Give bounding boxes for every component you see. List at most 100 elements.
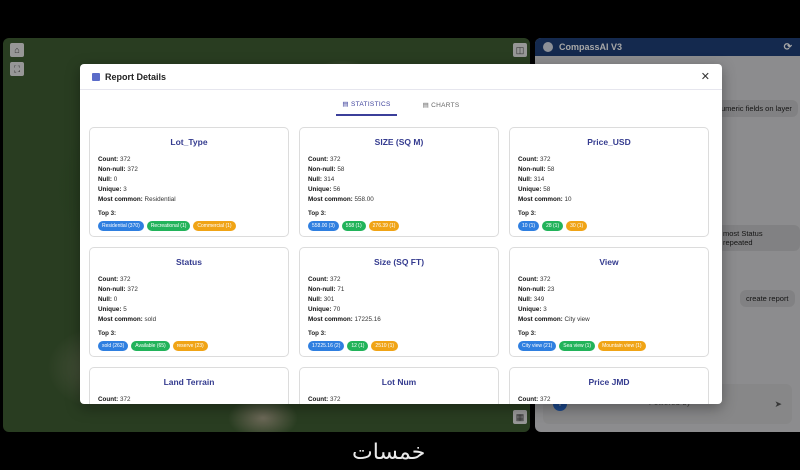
card-title: Price JMD: [588, 377, 630, 387]
stat-value: 372: [540, 396, 551, 403]
stat-row: Non-null: 372: [98, 165, 280, 175]
stat-card: Price JMD Count: 372: [509, 367, 709, 404]
card-title: Price_USD: [587, 137, 631, 147]
stat-label: Unique:: [308, 186, 332, 193]
stat-label: Count:: [98, 396, 119, 403]
stat-label: Null:: [98, 296, 112, 303]
stat-value: 58: [543, 186, 551, 193]
stat-card: Price_USD Count: 372 Non-null: 58 Null: 314…: [509, 127, 709, 237]
stat-row: Most common: 17225.16: [308, 315, 490, 325]
stat-label: Unique:: [308, 306, 332, 313]
value-chip: 2510 (1): [371, 341, 399, 351]
stat-label: Count:: [308, 396, 329, 403]
watermark: خمسات: [352, 440, 426, 465]
stat-label: Count:: [308, 276, 329, 283]
tab-label: STATISTICS: [350, 101, 391, 108]
stat-value: 558.00: [354, 196, 374, 203]
stat-row: Most common: 10: [518, 195, 700, 205]
stat-row: Count: 372: [308, 275, 490, 285]
tab-bar: ▤ STATISTICS ▤ CHARTS: [80, 90, 722, 120]
top3-label: Top 3:: [308, 210, 327, 217]
chart-icon: ▤: [342, 101, 351, 108]
stat-label: Non-null:: [308, 286, 336, 293]
card-title: Land Terrain: [163, 377, 215, 387]
stat-label: Count:: [518, 156, 539, 163]
value-chip: Recreational (1): [146, 221, 191, 231]
stat-row: Count: 372: [308, 155, 490, 165]
card-title: SIZE (SQ M): [374, 137, 424, 147]
stat-label: Count:: [98, 156, 119, 163]
value-chip: 558 (1): [341, 221, 366, 231]
stat-value: 3: [123, 186, 127, 193]
stat-value: 372: [330, 396, 341, 403]
stat-row: Count: 372: [98, 395, 280, 404]
stat-label: Most common:: [308, 196, 353, 203]
report-details-modal: Report Details ✕ ▤ STATISTICS ▤ CHARTS L…: [80, 64, 722, 404]
stat-label: Non-null:: [98, 286, 126, 293]
stat-value: 0: [113, 296, 118, 303]
top3-label: Top 3:: [518, 330, 537, 337]
stat-row: Count: 372: [98, 275, 280, 285]
stat-value: 372: [120, 276, 131, 283]
stat-label: Null:: [98, 176, 112, 183]
stat-label: Count:: [518, 276, 539, 283]
tab-statistics[interactable]: ▤ STATISTICS: [336, 94, 397, 116]
stat-label: Null:: [518, 296, 532, 303]
stat-label: Null:: [518, 176, 532, 183]
value-chip: Sea view (1): [559, 341, 596, 351]
stat-label: Most common:: [98, 196, 143, 203]
stat-card: Size (SQ FT) Count: 372 Non-null: 71 Null: …: [299, 247, 499, 357]
stat-row: Unique: 70: [308, 305, 490, 315]
modal-title: Report Details: [105, 71, 167, 82]
modal-header: Report Details ✕: [80, 64, 722, 90]
stat-value: 349: [533, 296, 545, 303]
stat-row: Most common: 558.00: [308, 195, 490, 205]
stat-card: View Count: 372 Non-null: 23 Null: 349 Uniqu…: [509, 247, 709, 357]
value-chip: 276.39 (1): [368, 221, 400, 231]
stat-row: Non-null: 23: [518, 285, 700, 295]
stat-label: Unique:: [518, 306, 542, 313]
stat-row: Non-null: 58: [308, 165, 490, 175]
stat-row: Null: 301: [308, 295, 490, 305]
stat-value: 70: [333, 306, 341, 313]
stat-row: Most common: sold: [98, 315, 280, 325]
stat-value: 17225.16: [354, 316, 381, 323]
tab-label: CHARTS: [431, 102, 460, 109]
close-icon[interactable]: ✕: [701, 70, 710, 83]
stat-value: 71: [337, 286, 345, 293]
stat-value: 372: [127, 286, 138, 293]
top3-chips: 10 (1) 28 (1) 30 (1): [518, 221, 700, 231]
stat-value: 56: [333, 186, 341, 193]
stat-value: 301: [323, 296, 335, 303]
stat-label: Most common:: [518, 316, 563, 323]
stat-row: Unique: 58: [518, 185, 700, 195]
stat-value: 314: [533, 176, 545, 183]
top3-label: Top 3:: [98, 210, 117, 217]
stat-value: 23: [547, 286, 555, 293]
stat-label: Most common:: [308, 316, 353, 323]
value-chip: reserve (23): [172, 341, 208, 351]
card-title: Lot Num: [381, 377, 417, 387]
report-icon: [92, 72, 100, 81]
value-chip: Mountain view (1): [598, 341, 646, 351]
stat-row: Null: 0: [98, 175, 280, 185]
stat-label: Count:: [308, 156, 329, 163]
stat-value: sold: [144, 316, 157, 323]
card-title: Status: [176, 257, 202, 267]
tab-charts[interactable]: ▤ CHARTS: [417, 95, 466, 115]
stat-value: 314: [323, 176, 335, 183]
stat-label: Non-null:: [518, 286, 546, 293]
value-chip: sold (263): [98, 341, 129, 351]
stat-card: Lot Num Count: 372: [299, 367, 499, 404]
value-chip: 10 (1): [518, 221, 540, 231]
value-chip: Commercial (1): [193, 221, 236, 231]
stat-label: Non-null:: [98, 166, 126, 173]
stat-row: Non-null: 71: [308, 285, 490, 295]
card-title: Lot_Type: [170, 137, 208, 147]
stat-value: 372: [120, 156, 131, 163]
value-chip: Residential (370): [98, 221, 144, 231]
stat-label: Most common:: [518, 196, 563, 203]
stat-row: Count: 372: [518, 395, 700, 404]
stat-card: Status Count: 372 Non-null: 372 Null: 0 Uniq…: [89, 247, 289, 357]
stat-value: 10: [564, 196, 572, 203]
